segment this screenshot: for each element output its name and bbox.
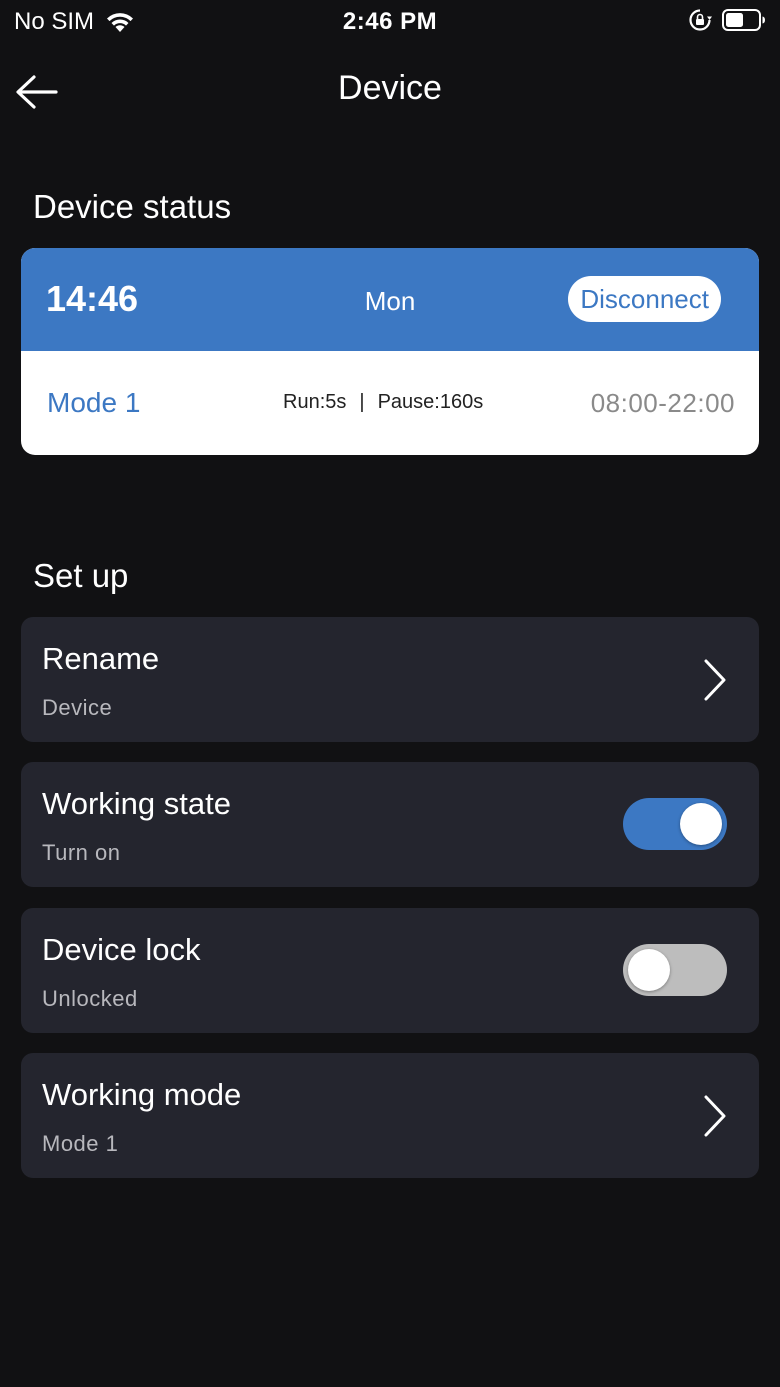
status-card-body: Mode 1 Run:5s | Pause:160s 08:00-22:00 [21, 351, 759, 455]
setup-row-subtitle: Unlocked [42, 986, 138, 1011]
orientation-lock-icon [689, 9, 712, 31]
setup-row-device-lock: Device lock Unlocked [21, 908, 759, 1033]
setup-row-working-state: Working state Turn on [21, 762, 759, 887]
setup-row-subtitle: Turn on [42, 840, 121, 865]
chevron-right-icon [704, 659, 726, 701]
status-time: 2:46 PM [342, 8, 438, 35]
setup-row-working-mode[interactable]: Working mode Mode 1 [21, 1053, 759, 1178]
disconnect-button[interactable]: Disconnect [568, 276, 721, 322]
toggle-knob [680, 803, 722, 845]
setup-row-title: Working state [42, 786, 231, 821]
working-state-toggle[interactable] [623, 798, 727, 850]
setup-heading: Set up [33, 557, 129, 594]
setup-row-subtitle: Device [42, 695, 113, 720]
status-bar: No SIM 2:46 PM [0, 0, 780, 44]
status-card-header: 14:46 Mon Disconnect [21, 248, 759, 351]
battery-icon [722, 9, 765, 31]
pause-duration: Pause:160s [377, 391, 484, 413]
run-pause-info: Run:5s | Pause:160s [283, 391, 483, 414]
current-mode: Mode 1 [47, 387, 141, 418]
setup-row-title: Working mode [42, 1077, 242, 1112]
toggle-knob [628, 949, 670, 991]
time-range: 08:00-22:00 [590, 388, 735, 418]
device-status-card: 14:46 Mon Disconnect Mode 1 Run:5s | Pau… [21, 248, 759, 455]
setup-row-title: Rename [42, 641, 160, 676]
setup-row-rename[interactable]: Rename Device [21, 617, 759, 742]
setup-row-title: Device lock [42, 932, 201, 967]
run-duration: Run:5s [283, 391, 347, 413]
separator: | [359, 391, 365, 413]
setup-row-subtitle: Mode 1 [42, 1131, 119, 1156]
status-right [688, 8, 766, 32]
page-title: Device [338, 69, 442, 107]
device-lock-toggle[interactable] [623, 944, 727, 996]
device-status-heading: Device status [33, 188, 232, 225]
chevron-right-icon [704, 1095, 726, 1137]
